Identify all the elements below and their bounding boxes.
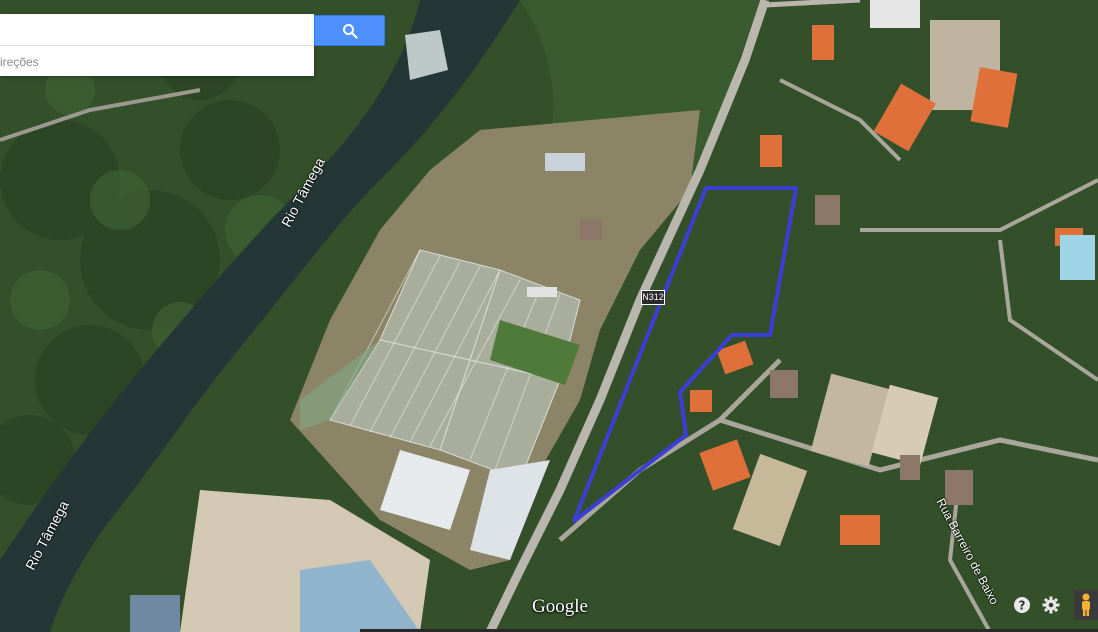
directions-link[interactable]: ireções	[0, 52, 39, 72]
search-icon	[342, 23, 358, 39]
search-button[interactable]	[314, 15, 385, 46]
help-icon: ?	[1014, 597, 1030, 613]
street-view-pegman[interactable]	[1074, 590, 1098, 620]
search-box: ireções	[0, 14, 314, 76]
road-shield-n312: N312	[641, 290, 665, 305]
satellite-map[interactable]	[0, 0, 1098, 632]
svg-text:?: ?	[1019, 599, 1026, 613]
help-button[interactable]: ?	[1011, 594, 1033, 616]
google-watermark: Google	[532, 596, 588, 617]
pegman-icon	[1082, 593, 1090, 616]
settings-button[interactable]	[1040, 594, 1062, 616]
gear-icon	[1042, 596, 1060, 614]
search-input[interactable]	[0, 14, 314, 46]
